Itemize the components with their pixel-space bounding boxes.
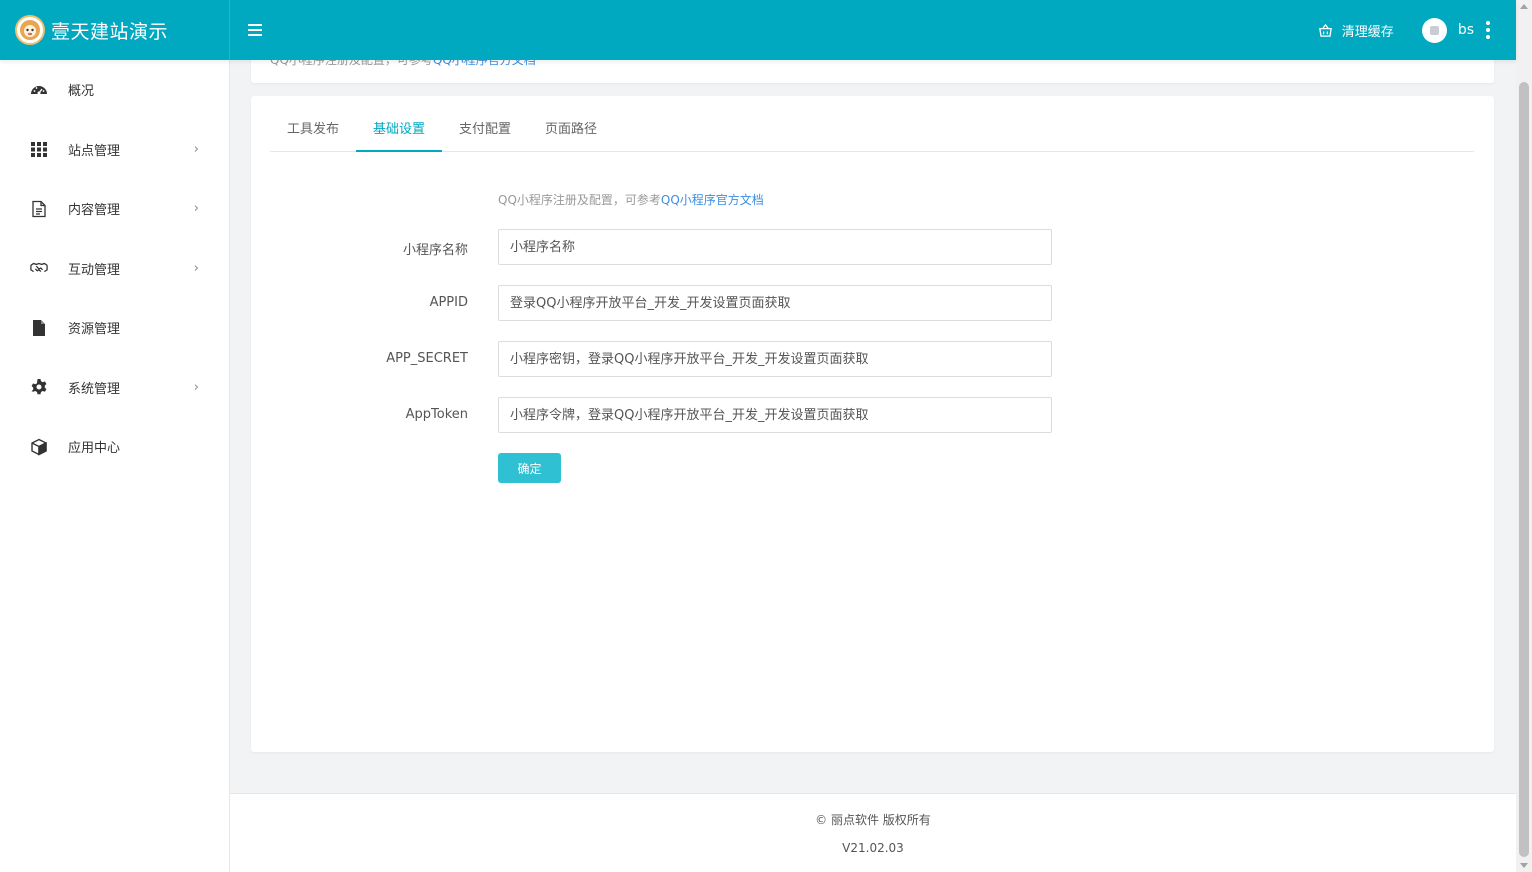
app-title: 壹天建站演示 <box>51 20 169 43</box>
field-label: APP_SECRET <box>386 351 468 366</box>
scroll-down-arrow-icon[interactable] <box>1520 863 1528 868</box>
form-row-secret: APP_SECRET <box>251 341 1071 377</box>
sidebar-item-apps[interactable]: 应用中心 <box>0 417 229 477</box>
sidebar-item-system[interactable]: 系统管理 › <box>0 358 229 418</box>
logo-area[interactable]: 壹天建站演示 <box>0 0 230 60</box>
sidebar-item-label: 资源管理 <box>68 322 121 338</box>
sidebar-item-label: 互动管理 <box>68 262 121 278</box>
app-name-input[interactable] <box>498 229 1052 265</box>
clear-cache-label: 清理缓存 <box>1341 24 1394 40</box>
chevron-right-icon: › <box>193 260 199 276</box>
tab-bar: 工具发布 基础设置 支付配置 页面路径 <box>270 116 1474 152</box>
appid-input[interactable] <box>498 285 1052 321</box>
footer: © 丽点软件 版权所有 V21.02.03 <box>230 793 1516 872</box>
form-tip: QQ小程序注册及配置，可参考QQ小程序官方文档 <box>498 193 764 207</box>
tab-tool-publish[interactable]: 工具发布 <box>270 116 356 152</box>
copyright-text: © 丽点软件 版权所有 <box>815 813 931 827</box>
document-icon <box>29 200 49 218</box>
scrollbar-thumb[interactable] <box>1519 82 1529 857</box>
app-token-input[interactable] <box>498 397 1052 433</box>
gear-icon <box>29 378 49 396</box>
submit-button[interactable]: 确定 <box>498 453 561 483</box>
handshake-icon <box>29 259 49 277</box>
sidebar-item-content[interactable]: 内容管理 › <box>0 179 229 239</box>
field-label: APPID <box>429 295 468 310</box>
sidebar-item-label: 站点管理 <box>68 143 121 159</box>
dashboard-icon <box>29 81 49 99</box>
grid-icon <box>29 140 49 158</box>
sidebar-item-label: 概况 <box>68 84 95 100</box>
clear-cache-button[interactable]: 清理缓存 <box>1318 21 1394 40</box>
version-text: V21.02.03 <box>842 841 904 855</box>
form-row-appid: APPID <box>251 285 1071 321</box>
sidebar-item-overview[interactable]: 概况 <box>0 60 229 120</box>
app-secret-input[interactable] <box>498 341 1052 377</box>
tab-page-path[interactable]: 页面路径 <box>528 116 614 152</box>
top-header: 壹天建站演示 清理缓存 bs <box>0 0 1516 60</box>
scroll-up-arrow-icon[interactable] <box>1520 4 1528 9</box>
sidebar-item-sites[interactable]: 站点管理 › <box>0 120 229 180</box>
chevron-right-icon: › <box>193 141 199 157</box>
menu-toggle-icon[interactable] <box>248 24 262 36</box>
settings-card: 工具发布 基础设置 支付配置 页面路径 QQ小程序注册及配置，可参考QQ小程序官… <box>251 96 1494 752</box>
sidebar-item-interaction[interactable]: 互动管理 › <box>0 239 229 299</box>
sidebar: 概况 站点管理 › 内容管理 › 互动管理 › 资源管理 系统管理 › 应用中心 <box>0 60 230 872</box>
sidebar-item-resources[interactable]: 资源管理 <box>0 298 229 358</box>
user-menu[interactable]: bs <box>1421 17 1474 43</box>
avatar <box>1421 17 1447 43</box>
docs-link[interactable]: QQ小程序官方文档 <box>661 193 764 207</box>
tab-basic-settings[interactable]: 基础设置 <box>356 116 443 152</box>
chevron-right-icon: › <box>193 201 199 217</box>
form-row-name: 小程序名称 <box>251 229 1071 265</box>
sidebar-item-label: 内容管理 <box>68 203 121 219</box>
sidebar-item-label: 应用中心 <box>68 441 121 457</box>
tab-payment-config[interactable]: 支付配置 <box>442 116 528 152</box>
page-scrollbar[interactable] <box>1516 0 1532 872</box>
field-label: AppToken <box>405 407 468 422</box>
username: bs <box>1457 22 1474 38</box>
file-icon <box>29 319 49 337</box>
form-row-token: AppToken <box>251 397 1071 433</box>
chevron-right-icon: › <box>193 379 199 395</box>
basket-icon <box>1318 23 1332 37</box>
logo-icon <box>15 15 45 45</box>
cube-icon <box>29 438 49 456</box>
field-label: 小程序名称 <box>402 243 468 258</box>
sidebar-item-label: 系统管理 <box>68 381 121 397</box>
more-vertical-icon[interactable] <box>1486 21 1490 39</box>
